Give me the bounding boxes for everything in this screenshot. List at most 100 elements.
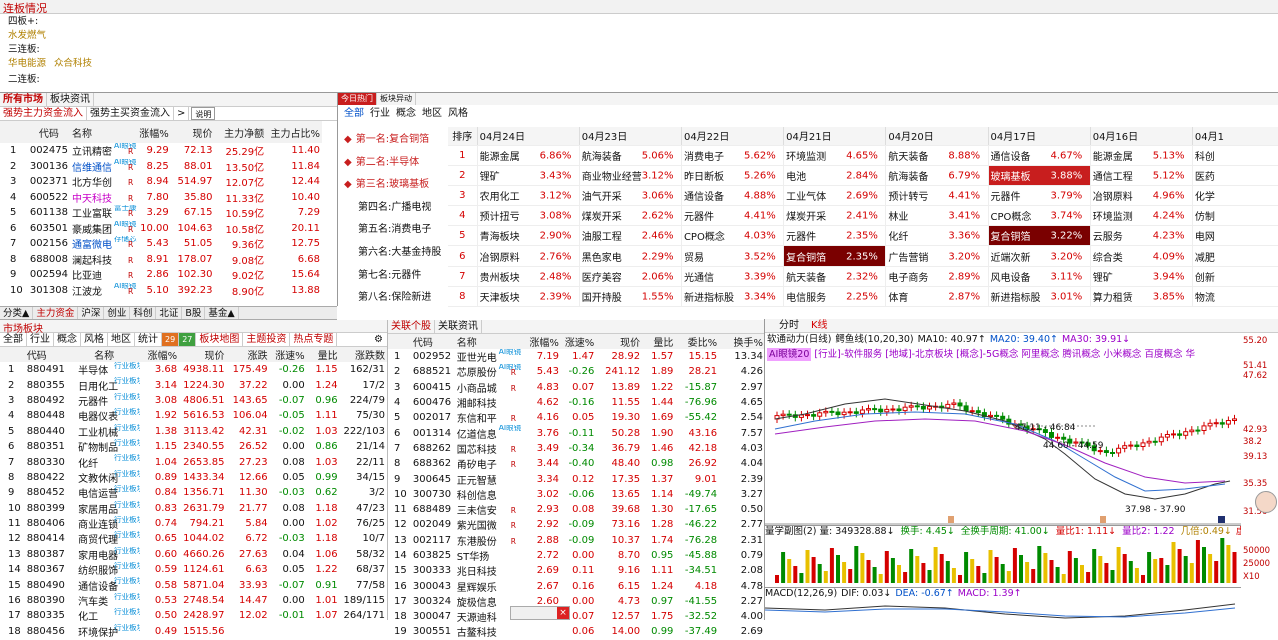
table-row[interactable]: 5 601138 工业富联 富士康 R 3.29 67.15 10.59亿 7.29 [0, 205, 322, 221]
settings-icon[interactable]: ⚙ [374, 334, 383, 345]
tab-main-fund[interactable]: 主力资金 [33, 307, 79, 319]
stock-code[interactable]: 002371 [28, 174, 70, 190]
table-row[interactable]: 15 300333 兆日科技 2.69 0.11 9.16 1.11 -34.51 2.08 [388, 563, 765, 578]
limit-up-stock[interactable]: 众合科技 [54, 57, 92, 71]
hot-sector-cell[interactable]: 近端次新 3.20% [987, 245, 1091, 267]
stock-code[interactable]: 001314 [411, 425, 455, 440]
hot-sector-cell[interactable]: 工业气体 2.69% [783, 185, 886, 207]
sector-code[interactable]: 880406 [25, 516, 68, 531]
stock-code[interactable]: 600476 [411, 395, 455, 410]
col-price[interactable]: 现价 [179, 347, 227, 362]
hot-sector-cell[interactable]: 锂矿 3.94% [1089, 266, 1193, 287]
tab-hot-region[interactable]: 地区 [419, 105, 445, 123]
market-tab[interactable]: 主题投资 [243, 333, 291, 346]
hot-sector-cell[interactable]: 减肥 [1191, 245, 1278, 267]
stock-name[interactable]: 东港股份 R [455, 533, 524, 548]
sector-name[interactable]: 纺织服饰行业板块 [68, 562, 140, 577]
stock-code[interactable]: 601138 [28, 205, 70, 221]
stock-name[interactable]: 亚世光电 AI眼镜 [455, 349, 524, 364]
stock-code[interactable]: 300047 [411, 609, 455, 624]
hot-sector-cell[interactable]: 化纤 3.36% [885, 225, 989, 247]
sector-name[interactable]: 元器件行业板块 [68, 393, 140, 408]
avatar[interactable] [1255, 491, 1277, 513]
sector-name[interactable]: 汽车类行业板块 [68, 593, 140, 608]
tab-all-market[interactable]: 所有市场 [0, 93, 47, 106]
col-vol-ratio[interactable]: 量比 [642, 334, 676, 349]
stock-code[interactable]: 300551 [411, 624, 455, 639]
stock-name[interactable]: 紫光国微 R [455, 517, 524, 532]
tab-bse[interactable]: 北证 [156, 307, 183, 319]
rank-item[interactable]: ◆ 第一名:复合铜箔 [344, 129, 444, 152]
rank-item[interactable]: 第四名:广播电视 [344, 197, 444, 220]
hot-sector-cell[interactable]: 医疗美容 2.06% [578, 266, 682, 287]
sector-name[interactable]: 家用电器行业板块 [68, 547, 140, 562]
hot-sector-cell[interactable]: 昨日断板 5.26% [680, 165, 784, 186]
hot-sector-cell[interactable]: 医药 [1191, 165, 1278, 186]
col-bid-ratio[interactable]: 委比% [675, 334, 720, 349]
table-row[interactable]: 3 600415 小商品城 R 4.83 0.07 13.89 1.22 -15.87 2.97 [388, 380, 765, 395]
stock-code[interactable]: 002475 [28, 143, 70, 159]
market-tab[interactable]: 热点专题 [290, 333, 338, 346]
hot-sector-cell[interactable]: 仿制 [1191, 205, 1278, 227]
hot-sector-cell[interactable]: 环境监测 4.24% [1089, 205, 1193, 227]
hot-sector-cell[interactable]: 能源金属 6.86% [476, 145, 580, 166]
col-chg[interactable]: 涨幅% [140, 347, 180, 362]
date-header[interactable]: 04月23日 [578, 127, 682, 146]
sector-code[interactable]: 880440 [25, 424, 68, 439]
sector-code[interactable]: 880351 [25, 439, 68, 454]
stock-code[interactable]: 603825 [411, 548, 455, 563]
rank-item[interactable]: ◆ 第三名:玻璃基板 [344, 174, 444, 197]
tab-today-hot[interactable]: 今日热门 [338, 93, 377, 105]
tab-linked-stocks[interactable]: 关联个股 [388, 320, 435, 333]
table-row[interactable]: 13 002117 东港股份 R 2.88 -0.09 10.37 1.74 -76.28 2.3… [388, 533, 765, 548]
hot-sector-cell[interactable]: 电池 2.84% [783, 165, 886, 186]
table-row[interactable]: 2 300136 信维通信 AI眼镜 R 8.25 88.01 13.50亿 11.84 [0, 159, 322, 175]
stock-code[interactable]: 688521 [411, 364, 455, 379]
tab-sector-news[interactable]: 板块资讯 [47, 93, 94, 106]
hot-sector-cell[interactable]: 化学 [1191, 185, 1278, 207]
rank-item[interactable]: 第七名:元器件 [344, 265, 444, 288]
hot-sector-cell[interactable]: 物流 [1191, 286, 1278, 308]
table-row[interactable]: 9880452电信运营行业板块0.841356.7111.30-0.030.62… [0, 485, 387, 500]
col-code[interactable]: 代码 [24, 347, 69, 362]
table-row[interactable]: 3880492元器件行业板块3.084806.51143.65-0.070.96… [0, 393, 387, 408]
stock-name[interactable]: 北方华创 R [70, 174, 137, 190]
hot-sector-cell[interactable]: 广告营销 3.20% [885, 245, 989, 267]
sector-name[interactable]: 电器仪表行业板块 [68, 408, 140, 423]
hot-sector-cell[interactable]: 能源金属 5.13% [1089, 145, 1193, 166]
stock-code[interactable]: 002117 [411, 533, 455, 548]
market-tab[interactable]: 地区 [108, 333, 135, 346]
hot-sector-cell[interactable]: 复合铜箔 2.35% [783, 245, 886, 267]
hot-sector-cell[interactable]: 通信设备 4.88% [680, 185, 784, 207]
col-pct[interactable]: 主力占比% [266, 121, 322, 143]
market-tab[interactable]: 29 [162, 333, 180, 346]
hot-sector-cell[interactable]: CPO概念 4.03% [680, 225, 784, 247]
col-code[interactable]: 代码 [410, 334, 455, 349]
table-row[interactable]: 12 002049 紫光国微 R 2.92 -0.09 73.16 1.28 -46.22 2.7… [388, 517, 765, 532]
stock-code[interactable]: 688362 [411, 456, 455, 471]
stock-code[interactable]: 002594 [28, 267, 70, 283]
table-row[interactable]: 12880414商贸代理行业板块0.651044.026.72-0.031.18… [0, 531, 387, 546]
table-row[interactable]: 17 880335 化工 行业板块 0.50 2428.97 12.02 -0.01 1.07 2… [0, 608, 387, 623]
stock-name[interactable]: 古鳌科技 [455, 624, 524, 639]
sector-code[interactable]: 880367 [25, 562, 68, 577]
hot-sector-cell[interactable]: 贸易 3.52% [680, 245, 784, 267]
col-vol-ratio[interactable]: 量比 [306, 347, 340, 362]
rank-item[interactable]: ◆ 第二名:半导体 [344, 152, 444, 175]
hot-sector-cell[interactable]: 通信工程 5.12% [1089, 165, 1193, 186]
date-header[interactable]: 04月24日 [476, 127, 580, 146]
sector-code[interactable]: 880452 [25, 485, 68, 500]
limit-up-stock[interactable]: 华电能源 [8, 57, 46, 71]
sector-code[interactable]: 880491 [25, 362, 68, 377]
stock-name[interactable]: 兆日科技 [455, 563, 524, 578]
hot-sector-cell[interactable]: 风电设备 3.11% [987, 266, 1091, 287]
sector-name[interactable]: 电信运营行业板块 [68, 485, 140, 500]
stock-name[interactable]: 中天科技 R [70, 190, 137, 206]
date-header[interactable]: 04月17日 [987, 127, 1091, 146]
stock-code[interactable]: 300136 [28, 159, 70, 175]
stock-name[interactable]: 东信和平 R [455, 410, 524, 425]
stock-code[interactable]: 600415 [411, 380, 455, 395]
col-name[interactable]: 名称 [68, 347, 141, 362]
table-row[interactable]: 1880491半导体行业板块3.684938.11175.49-0.261.15… [0, 362, 387, 377]
stock-code[interactable]: 002952 [411, 349, 455, 364]
